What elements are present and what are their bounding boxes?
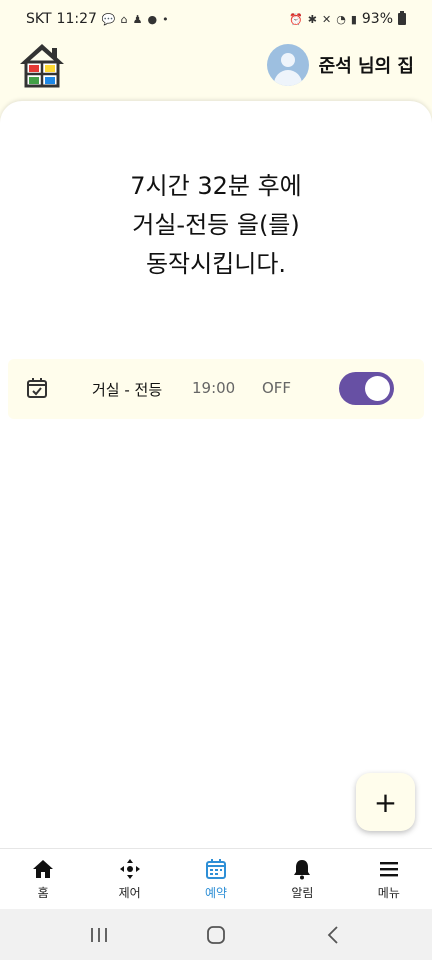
nav-home[interactable]: 홈 <box>0 849 86 909</box>
countdown-line-1: 7시간 32분 후에 <box>130 172 302 200</box>
status-bar: SKT 11:27 💬 ⌂ ♟ ● • ⏰ ✱ ✕ ◔ ▮ 93% <box>0 0 432 38</box>
move-arrows-icon <box>119 858 140 879</box>
home-square-icon <box>207 925 225 944</box>
nav-menu[interactable]: 메뉴 <box>346 849 432 909</box>
nav-schedule-label: 예약 <box>204 885 228 900</box>
nav-alerts[interactable]: 알림 <box>259 849 345 909</box>
back-chevron-icon <box>328 925 338 944</box>
user-home-name: 준석 님의 집 <box>318 56 414 77</box>
schedule-device: 거실 - 전등 <box>92 381 163 399</box>
bulb-notification-icon: ● <box>147 12 158 26</box>
mute-icon: ✕ <box>321 12 332 26</box>
countdown-message: 7시간 32분 후에 거실-전등 을(를) 동작시킵니다. <box>0 167 432 284</box>
add-schedule-button[interactable]: + <box>356 773 415 831</box>
alarm-icon: ⏰ <box>289 12 303 26</box>
schedule-time: 19:00 <box>192 379 236 397</box>
home-button[interactable] <box>201 920 231 950</box>
back-button[interactable] <box>318 920 348 950</box>
hamburger-icon <box>379 861 398 876</box>
recents-icon <box>90 927 107 942</box>
user-info[interactable]: 준석 님의 집 <box>266 44 414 86</box>
calendar-check-icon <box>27 378 47 398</box>
countdown-line-3: 동작시킵니다. <box>145 250 287 278</box>
home-icon <box>33 859 54 878</box>
schedule-action: OFF <box>262 379 292 397</box>
chat-notification-icon: 💬 <box>101 12 116 26</box>
countdown-line-2: 거실-전등 을(를) <box>132 211 300 239</box>
toggle-knob <box>365 376 390 401</box>
clock: 11:27 <box>56 11 97 27</box>
nav-control-label: 제어 <box>118 885 141 900</box>
bluetooth-icon: ✱ <box>307 12 317 26</box>
bell-icon <box>294 859 311 879</box>
carrier: SKT <box>26 11 52 27</box>
app-header: 준석 님의 집 <box>0 38 432 92</box>
nav-schedule[interactable]: 예약 <box>173 849 259 909</box>
more-notifications-icon: • <box>162 12 169 26</box>
nav-menu-label: 메뉴 <box>377 885 400 900</box>
signal-icon: ▮ <box>350 12 357 26</box>
home-notification-icon: ⌂ <box>120 12 128 26</box>
status-left: SKT 11:27 💬 ⌂ ♟ ● • <box>26 11 169 27</box>
nav-control[interactable]: 제어 <box>86 849 172 909</box>
status-right: ⏰ ✱ ✕ ◔ ▮ 93% <box>289 11 406 27</box>
system-nav-bar <box>0 909 432 960</box>
avatar[interactable] <box>266 44 309 86</box>
bottom-nav: 홈 제어 예약 알림 메뉴 <box>0 848 432 909</box>
schedule-toggle[interactable] <box>339 372 394 405</box>
recent-apps-button[interactable] <box>84 920 114 950</box>
schedule-item[interactable]: 거실 - 전등 19:00 OFF <box>8 359 424 419</box>
nav-home-label: 홈 <box>37 885 49 900</box>
battery-percent: 93% <box>361 11 393 27</box>
battery-icon <box>398 11 406 25</box>
main-content: 7시간 32분 후에 거실-전등 을(를) 동작시킵니다. 거실 - 전등 19… <box>0 101 432 848</box>
nav-alerts-label: 알림 <box>291 885 314 900</box>
app-notification-icon: ♟ <box>132 12 143 26</box>
calendar-icon <box>206 858 227 879</box>
wifi-icon: ◔ <box>336 12 346 26</box>
house-logo-icon[interactable] <box>18 42 66 88</box>
